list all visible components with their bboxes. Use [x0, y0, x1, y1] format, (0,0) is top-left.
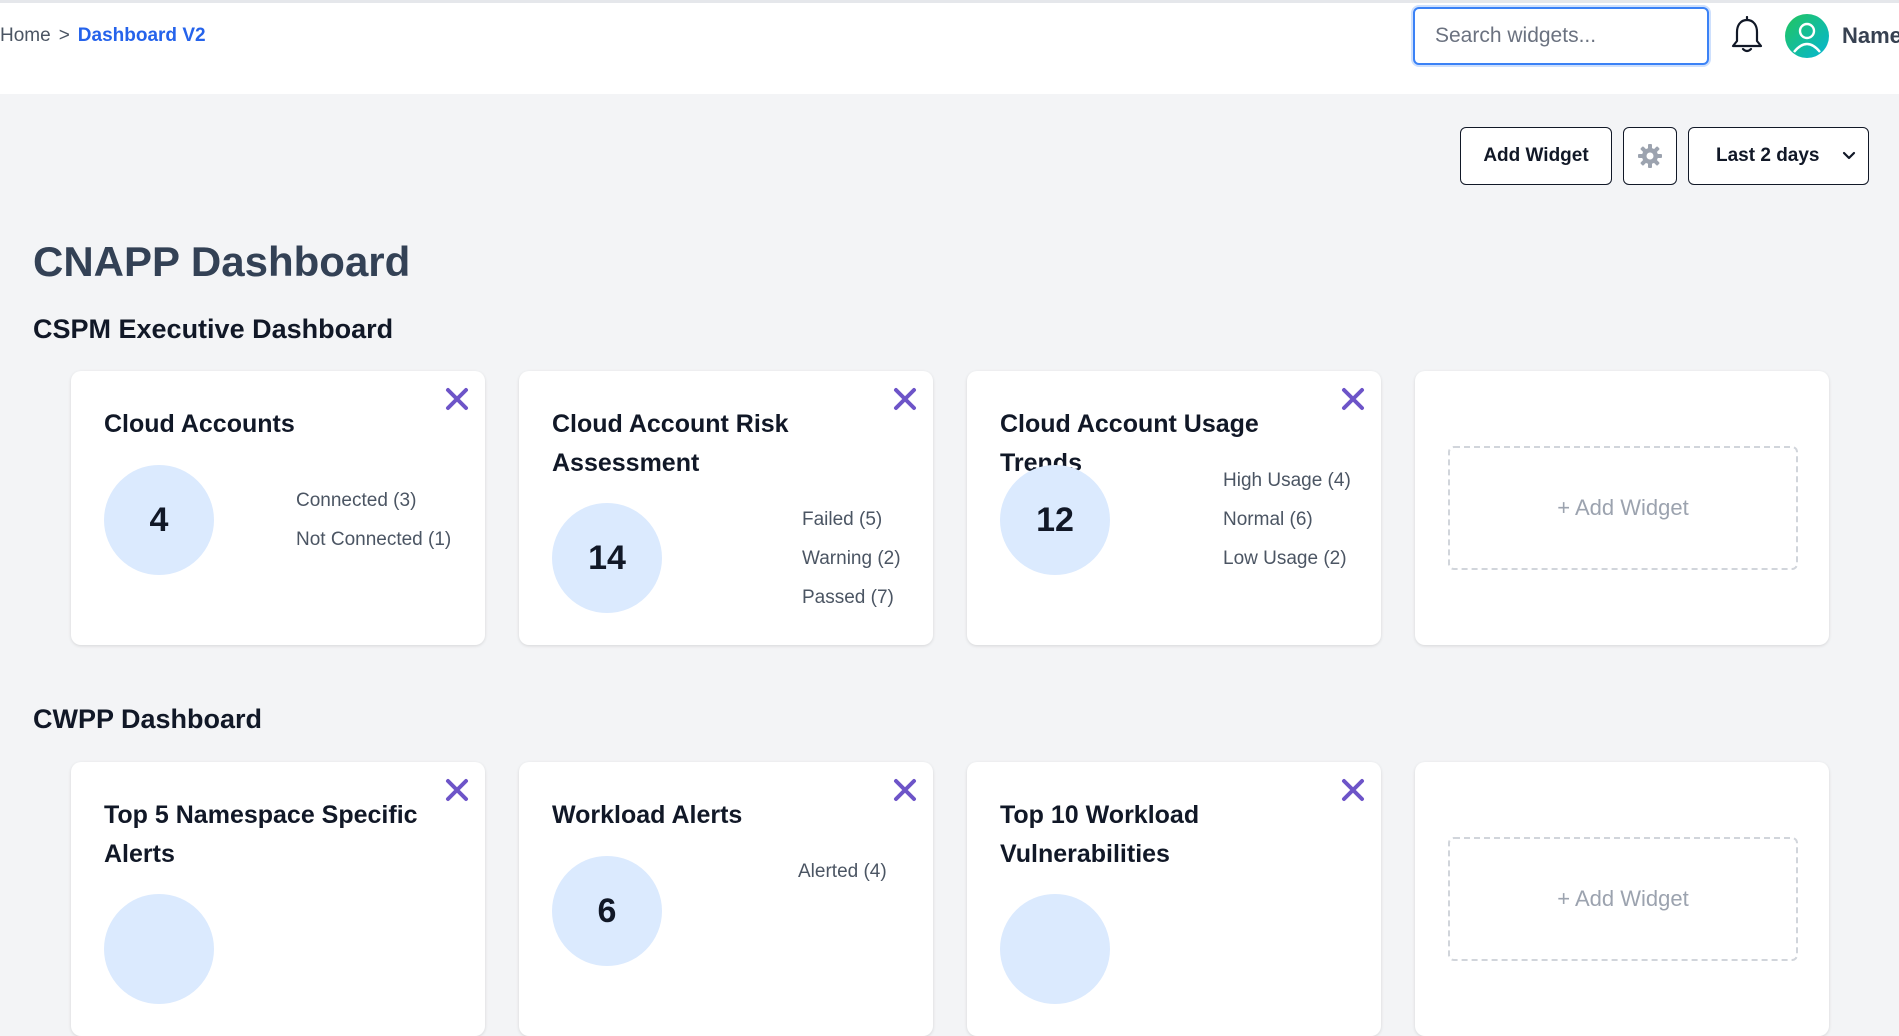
close-icon[interactable]	[443, 385, 471, 413]
legend-item: Passed (7)	[802, 587, 894, 608]
close-icon[interactable]	[1339, 776, 1367, 804]
widget-title: Workload Alerts	[552, 801, 743, 829]
time-range-select[interactable]: Last 2 days	[1688, 127, 1869, 185]
widget-legend: Alerted (4)	[798, 852, 887, 891]
widget-total-partial	[1000, 894, 1110, 1004]
legend-item: High Usage (4)	[1223, 470, 1351, 491]
legend-item: Low Usage (2)	[1223, 548, 1347, 569]
widget-total: 6	[552, 856, 662, 966]
top-bar: Home > Dashboard V2 Name	[0, 0, 1899, 94]
widget-total: 4	[104, 465, 214, 575]
legend-item: Failed (5)	[802, 509, 883, 530]
add-widget-placeholder[interactable]: + Add Widget	[1448, 446, 1798, 570]
breadcrumb-separator: >	[58, 25, 70, 46]
widget-card-usage-trends: Cloud Account Usage Trends 12 High Usage…	[967, 371, 1381, 645]
widget-title: Top 5 Namespace Specific Alerts	[104, 801, 418, 868]
widget-title: Cloud Accounts	[104, 410, 295, 438]
widget-card-workload-vulnerabilities: Top 10 Workload Vulnerabilities	[967, 762, 1381, 1036]
add-widget-button[interactable]: Add Widget	[1460, 127, 1612, 185]
legend-item: Connected (3)	[296, 490, 417, 511]
widget-title: Cloud Account Risk Assessment	[552, 410, 789, 477]
widget-total: 12	[1000, 465, 1110, 575]
widget-card-cloud-accounts: Cloud Accounts 4 Connected (3) Not Conne…	[71, 371, 485, 645]
time-range-value: Last 2 days	[1716, 145, 1820, 166]
widget-legend: High Usage (4) Normal (6) Low Usage (2)	[1223, 461, 1351, 578]
section-title-cwpp: CWPP Dashboard	[33, 704, 263, 734]
widget-card-risk-assessment: Cloud Account Risk Assessment 14 Failed …	[519, 371, 933, 645]
bell-icon[interactable]	[1729, 15, 1765, 54]
close-icon[interactable]	[1339, 385, 1367, 413]
chevron-down-icon	[1842, 151, 1856, 160]
legend-item: Warning (2)	[802, 548, 901, 569]
widget-card-workload-alerts: Workload Alerts 6 Alerted (4)	[519, 762, 933, 1036]
gear-icon	[1638, 144, 1662, 168]
legend-item: Alerted (4)	[798, 861, 887, 882]
add-widget-placeholder[interactable]: + Add Widget	[1448, 837, 1798, 961]
user-name[interactable]: Name	[1842, 23, 1899, 49]
settings-button[interactable]	[1623, 127, 1677, 185]
user-icon	[1793, 22, 1821, 53]
close-icon[interactable]	[891, 776, 919, 804]
widget-card-add: + Add Widget	[1415, 762, 1829, 1036]
avatar[interactable]	[1785, 14, 1829, 58]
widget-legend: Failed (5) Warning (2) Passed (7)	[802, 500, 901, 617]
widget-total-partial	[104, 894, 214, 1004]
close-icon[interactable]	[443, 776, 471, 804]
breadcrumb: Home > Dashboard V2	[0, 25, 206, 47]
close-icon[interactable]	[891, 385, 919, 413]
breadcrumb-home[interactable]: Home	[0, 25, 51, 47]
widget-card-add: + Add Widget	[1415, 371, 1829, 645]
section-title-cspm: CSPM Executive Dashboard	[33, 314, 394, 344]
widget-title: Top 10 Workload Vulnerabilities	[1000, 801, 1200, 868]
widget-total: 14	[552, 503, 662, 613]
search-input[interactable]	[1413, 7, 1709, 65]
legend-item: Not Connected (1)	[296, 529, 452, 550]
breadcrumb-current[interactable]: Dashboard V2	[78, 25, 206, 47]
widget-legend: Connected (3) Not Connected (1)	[296, 481, 451, 559]
widget-card-namespace-alerts: Top 5 Namespace Specific Alerts	[71, 762, 485, 1036]
page-title: CNAPP Dashboard	[33, 238, 411, 285]
legend-item: Normal (6)	[1223, 509, 1313, 530]
